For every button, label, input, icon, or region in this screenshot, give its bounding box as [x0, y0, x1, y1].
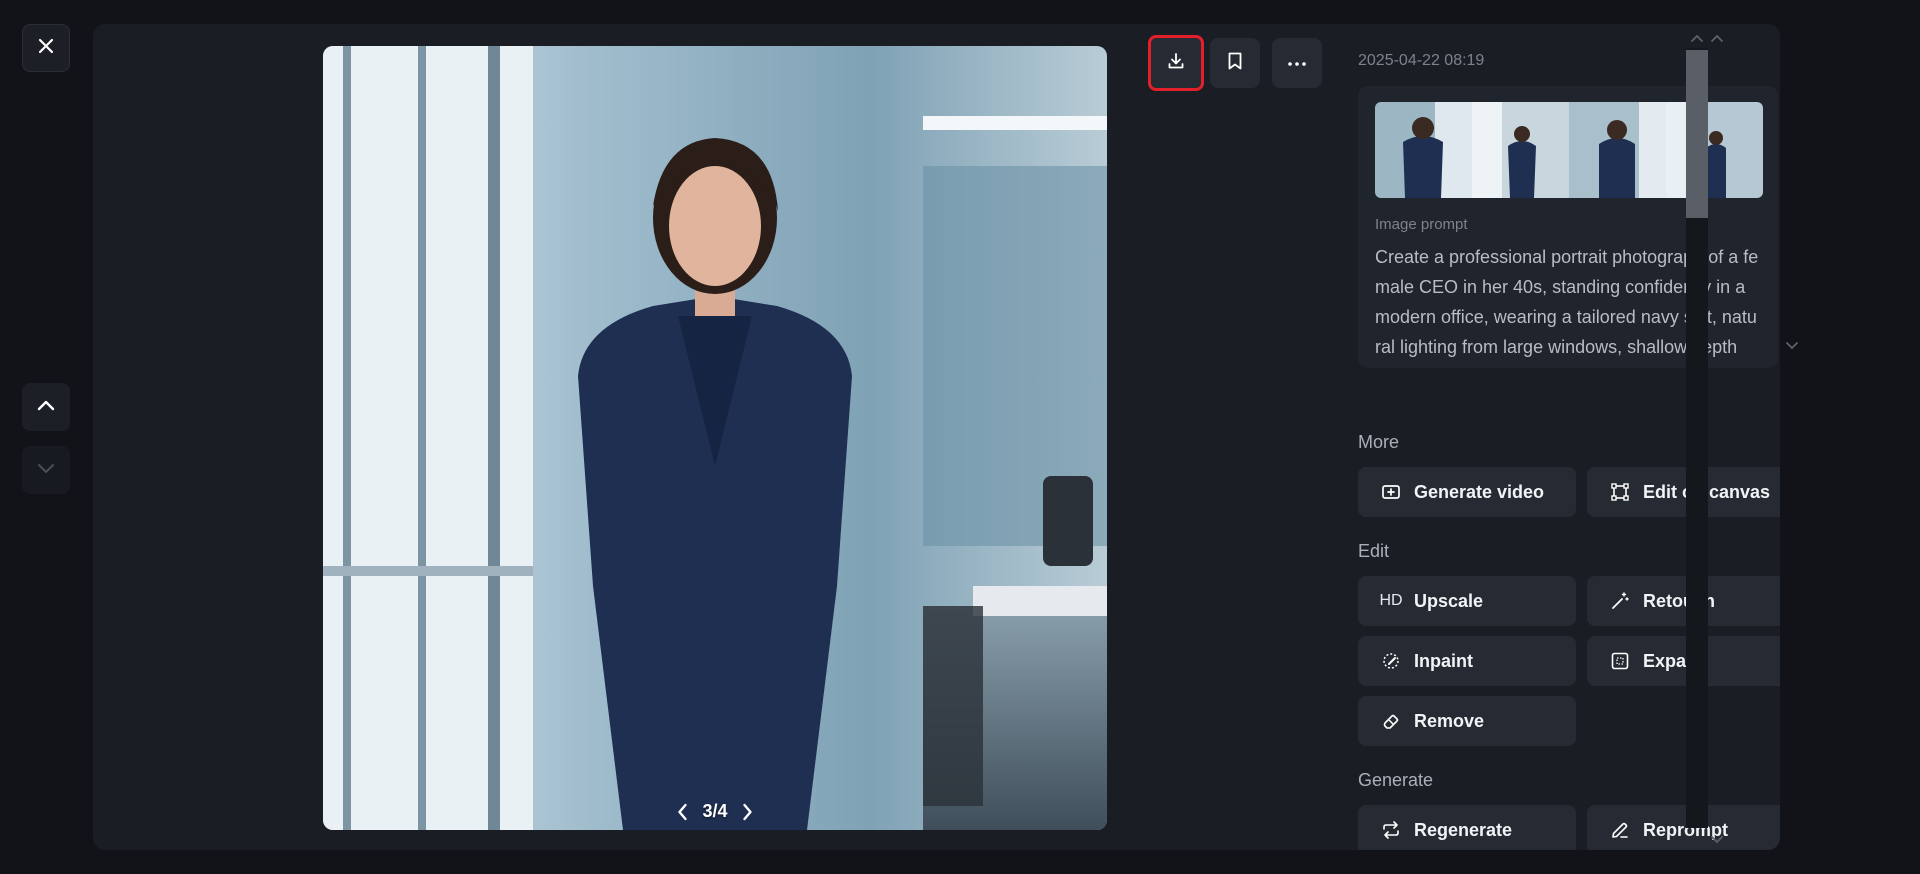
- created-timestamp: 2025-04-22 08:19: [1358, 52, 1485, 69]
- expand-button[interactable]: Expand: [1587, 636, 1780, 686]
- section-label-generate: Generate: [1358, 770, 1434, 790]
- canvas-icon: [1609, 481, 1631, 503]
- more-horizontal-icon: [1287, 54, 1307, 72]
- more-options-button[interactable]: [1272, 38, 1322, 88]
- section-label-edit: Edit: [1358, 541, 1390, 561]
- section-label-more: More: [1358, 432, 1400, 452]
- bookmark-button[interactable]: [1210, 38, 1260, 88]
- thumbnail-3[interactable]: [1569, 102, 1666, 198]
- hd-icon: HD: [1379, 592, 1403, 609]
- chevron-down-icon: [37, 461, 55, 479]
- scroll-up-secondary-icon[interactable]: [1710, 30, 1724, 48]
- video-plus-icon: [1380, 481, 1402, 503]
- close-icon: [37, 37, 55, 60]
- chevron-up-icon: [37, 398, 55, 416]
- portrait-photo: [323, 46, 1107, 830]
- repeat-icon: [1380, 819, 1402, 841]
- expand-icon: [1609, 650, 1631, 672]
- generate-video-label: Generate video: [1414, 481, 1545, 502]
- sidebar-scrollbar[interactable]: [1686, 24, 1726, 850]
- upscale-label: Upscale: [1414, 590, 1484, 611]
- previous-item-button[interactable]: [22, 383, 70, 431]
- upscale-button[interactable]: HD Upscale: [1358, 576, 1576, 626]
- scrollbar-thumb[interactable]: [1686, 50, 1708, 218]
- download-icon: [1166, 51, 1186, 76]
- thumbnail-1[interactable]: [1375, 102, 1472, 198]
- next-item-button[interactable]: [22, 446, 70, 494]
- download-button[interactable]: [1148, 35, 1204, 91]
- main-image[interactable]: 3/4: [323, 46, 1107, 830]
- generate-video-button[interactable]: Generate video: [1358, 467, 1576, 517]
- pager-count: 3/4: [702, 801, 728, 821]
- chevron-right-icon[interactable]: [742, 803, 754, 821]
- chevron-left-icon[interactable]: [676, 803, 688, 821]
- regenerate-button[interactable]: Regenerate: [1358, 805, 1576, 850]
- bookmark-icon: [1226, 51, 1244, 76]
- retouch-button[interactable]: Retouch: [1587, 576, 1780, 626]
- remove-button[interactable]: Remove: [1358, 696, 1576, 746]
- magic-wand-icon: [1609, 590, 1631, 612]
- prompt-scroll-down-icon[interactable]: [1785, 338, 1799, 356]
- prompt-label: Image prompt: [1375, 216, 1468, 233]
- thumbnail-2[interactable]: [1472, 102, 1569, 198]
- remove-label: Remove: [1414, 710, 1485, 731]
- pencil-icon: [1609, 819, 1631, 841]
- brush-icon: [1380, 650, 1402, 672]
- scroll-down-icon[interactable]: [1710, 832, 1724, 850]
- scroll-up-icon[interactable]: [1690, 30, 1704, 48]
- reprompt-button[interactable]: Reprompt: [1587, 805, 1780, 850]
- scrollbar-track: [1686, 48, 1708, 828]
- close-button[interactable]: [22, 24, 70, 72]
- inpaint-button[interactable]: Inpaint: [1358, 636, 1576, 686]
- image-detail-panel: 3/4 2025-04-22 08:19 Image prompt Create…: [93, 24, 1780, 850]
- edit-on-canvas-button[interactable]: Edit on canvas: [1587, 467, 1780, 517]
- image-actions: [1148, 35, 1322, 91]
- regenerate-label: Regenerate: [1414, 819, 1513, 840]
- eraser-icon: [1380, 710, 1402, 732]
- inpaint-label: Inpaint: [1414, 650, 1473, 671]
- image-pager: 3/4: [676, 801, 753, 822]
